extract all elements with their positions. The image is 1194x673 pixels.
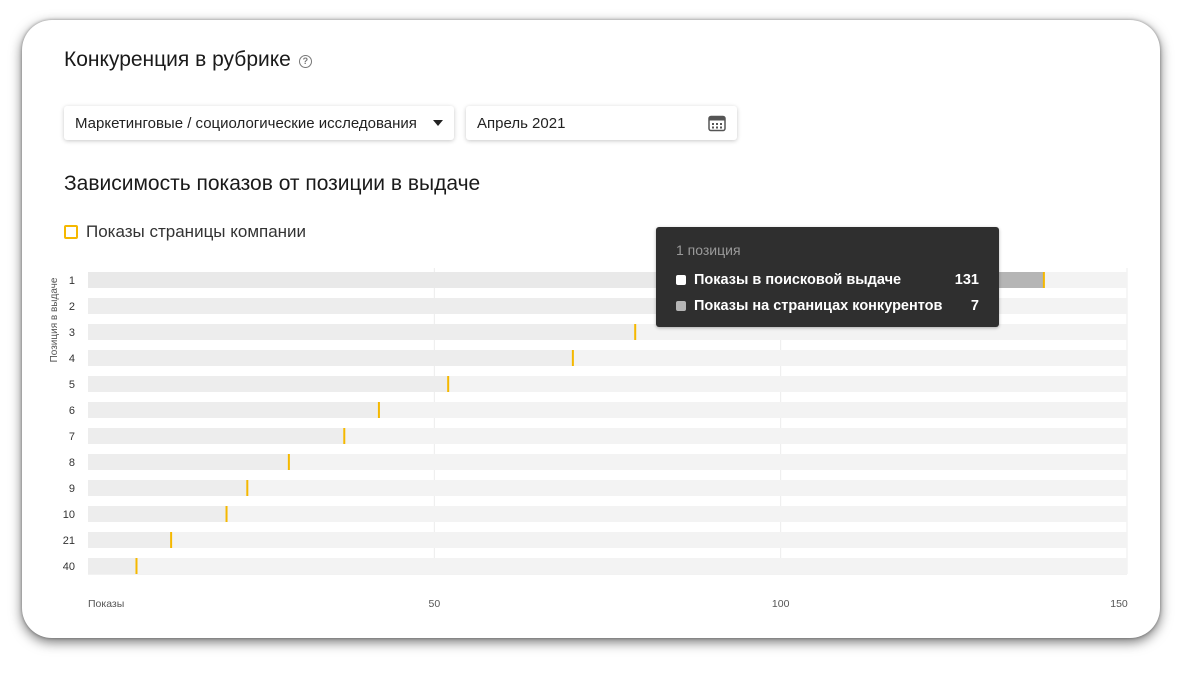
bar-marker-4 bbox=[571, 350, 574, 366]
tooltip-dot-competitors bbox=[676, 301, 686, 311]
tooltip-label-competitors: Показы на страницах конкурентов bbox=[694, 298, 943, 314]
x-tick-label-50: 50 bbox=[428, 598, 440, 610]
y-tick-label-4: 4 bbox=[69, 353, 75, 365]
y-tick-label-1: 1 bbox=[69, 275, 75, 287]
bar-marker-10 bbox=[225, 506, 228, 522]
bar-marker-9 bbox=[246, 480, 249, 496]
bar-9 bbox=[88, 480, 248, 496]
bar-5 bbox=[88, 376, 449, 392]
y-tick-label-3: 3 bbox=[69, 327, 75, 339]
bar-marker-40 bbox=[135, 558, 138, 574]
tooltip-value-competitors: 7 bbox=[970, 298, 979, 314]
bar-marker-21 bbox=[170, 532, 173, 548]
bar-track-10 bbox=[88, 506, 1127, 522]
y-tick-label-8: 8 bbox=[69, 457, 75, 469]
x-axis-label: Показы bbox=[88, 598, 124, 610]
bar-8 bbox=[88, 454, 289, 470]
tooltip-row-search: Показы в поисковой выдаче 131 bbox=[676, 267, 979, 293]
x-tick-label-150: 150 bbox=[1110, 598, 1128, 610]
bar-4 bbox=[88, 350, 573, 366]
y-tick-label-6: 6 bbox=[69, 405, 75, 417]
y-tick-label-10: 10 bbox=[63, 509, 75, 521]
bar-marker-1 bbox=[1042, 272, 1045, 288]
bar-track-21 bbox=[88, 532, 1127, 548]
y-axis-label: Позиция в выдаче bbox=[49, 277, 60, 362]
tooltip-label-search: Показы в поисковой выдаче bbox=[694, 272, 902, 288]
bar-chart: 1 2 3 4 5 6 7 8 9 10 21 40 Позиция в выдаче Показы 50 1… bbox=[49, 268, 1128, 610]
x-tick-label-100: 100 bbox=[772, 598, 790, 610]
y-tick-label-21: 21 bbox=[63, 535, 75, 547]
bar-marker-6 bbox=[377, 402, 380, 418]
bar-track-40 bbox=[88, 558, 1127, 574]
bar-3 bbox=[88, 324, 636, 340]
y-tick-label-2: 2 bbox=[69, 301, 75, 313]
competition-card: Конкуренция в рубрике ? Маркетинговые / … bbox=[22, 20, 1160, 638]
y-tick-label-9: 9 bbox=[69, 483, 75, 495]
tooltip-dot-search bbox=[676, 275, 686, 285]
bar-21 bbox=[88, 532, 172, 548]
y-tick-label-7: 7 bbox=[69, 431, 75, 443]
bar-marker-3 bbox=[634, 324, 637, 340]
tooltip-title: 1 позиция bbox=[676, 242, 741, 258]
bar-6 bbox=[88, 402, 379, 418]
bar-7 bbox=[88, 428, 345, 444]
bar-10 bbox=[88, 506, 227, 522]
bar-marker-8 bbox=[287, 454, 290, 470]
bar-40 bbox=[88, 558, 137, 574]
chart-tooltip: 1 позиция Показы в поисковой выдаче 131 … bbox=[656, 227, 999, 327]
tooltip-value-search: 131 bbox=[954, 272, 979, 288]
bar-marker-7 bbox=[343, 428, 346, 444]
y-tick-label-5: 5 bbox=[69, 379, 75, 391]
tooltip-row-competitors: Показы на страницах конкурентов 7 bbox=[676, 293, 979, 319]
y-tick-label-40: 40 bbox=[63, 561, 75, 573]
bar-marker-5 bbox=[447, 376, 450, 392]
